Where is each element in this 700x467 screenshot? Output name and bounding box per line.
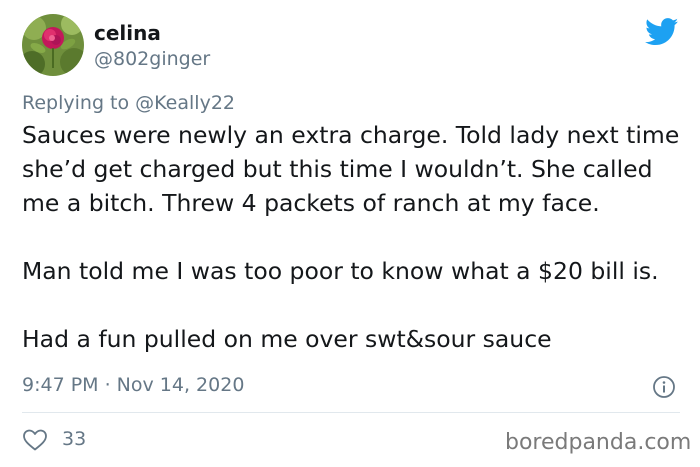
- reply-context: Replying to @Keally22: [22, 91, 235, 115]
- divider: [22, 412, 680, 413]
- like-count: 33: [62, 428, 87, 450]
- twitter-bird-icon[interactable]: [645, 18, 679, 46]
- tweet-timestamp[interactable]: 9:47 PM · Nov 14, 2020: [22, 373, 244, 397]
- tweet-paragraph: Sauces were newly an extra charge. Told …: [22, 121, 680, 217]
- avatar-image: [22, 14, 84, 76]
- user-handle[interactable]: @802ginger: [94, 47, 210, 71]
- reply-mention-link[interactable]: @Keally22: [135, 92, 235, 114]
- heart-icon[interactable]: [22, 428, 48, 452]
- watermark: boredpanda.com: [505, 430, 692, 455]
- avatar[interactable]: [22, 14, 84, 76]
- tweet-body: Sauces were newly an extra charge. Told …: [22, 118, 682, 356]
- tweet-paragraph: Had a fun pulled on me over swt&sour sau…: [22, 325, 552, 353]
- tweet-card: celina @802ginger Replying to @Keally22 …: [0, 0, 700, 467]
- display-name[interactable]: celina: [94, 21, 161, 45]
- info-icon[interactable]: [652, 375, 676, 399]
- reply-prefix: Replying to: [22, 92, 130, 114]
- tweet-paragraph: Man told me I was too poor to know what …: [22, 257, 659, 285]
